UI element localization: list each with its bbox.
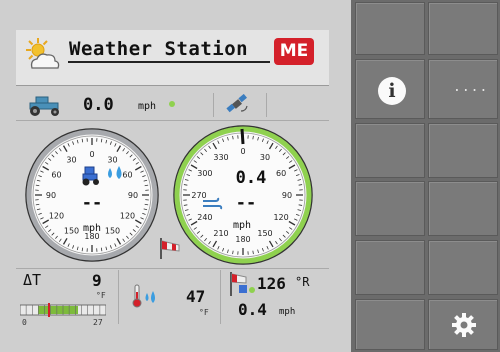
- softkey-2[interactable]: [428, 2, 498, 55]
- brand-logo: ME: [274, 38, 314, 65]
- title-underline: [68, 61, 270, 63]
- softkey-11[interactable]: [355, 299, 425, 350]
- wind-speed-unit: mph: [279, 307, 296, 317]
- wind-direction-gauge-value: 0.4: [235, 168, 267, 188]
- wind-direction-value: 126: [257, 274, 286, 293]
- softkey-7[interactable]: [355, 181, 425, 236]
- wind-direction-unit: °R: [295, 275, 310, 289]
- wind-direction-gauge-value2: --: [235, 193, 257, 213]
- gauge-tick-label: 120: [273, 213, 288, 222]
- divider: [16, 120, 329, 121]
- more-icon: ....: [453, 80, 489, 95]
- gauge-tick-label: 120: [120, 212, 135, 221]
- gauge-tick-label: 90: [128, 191, 138, 200]
- softkey-8[interactable]: [428, 181, 498, 236]
- delta-t-bar-max: 27: [93, 318, 103, 327]
- partly-cloudy-icon: [26, 38, 60, 69]
- delta-t-bar-min: 0: [22, 318, 27, 327]
- delta-t-label: ΔT: [23, 271, 42, 289]
- settings-button[interactable]: [428, 299, 498, 350]
- gauge-tick-label: 90: [46, 191, 56, 200]
- divider: [266, 93, 267, 117]
- delta-t-bar: [20, 303, 106, 317]
- page-title: Weather Station: [69, 38, 249, 60]
- gauge-tick-label: 90: [282, 191, 292, 200]
- gauge-tick-label: 60: [51, 171, 61, 180]
- gauge-tick-label: 180: [235, 235, 250, 244]
- vehicle-speed-value: 0.0: [83, 95, 114, 115]
- info-icon: i: [378, 77, 406, 105]
- windsock-icon: [160, 238, 180, 259]
- delta-t-unit: °F: [96, 291, 106, 300]
- gauge-tick-label: 120: [49, 212, 64, 221]
- softkey-1[interactable]: [355, 2, 425, 55]
- divider: [213, 93, 214, 117]
- softkey-10[interactable]: [428, 240, 498, 295]
- gear-icon: [452, 313, 476, 337]
- temperature-value: 47: [186, 287, 206, 306]
- softkey-9[interactable]: [355, 240, 425, 295]
- tractor-icon: [82, 166, 99, 186]
- water-drops-icon: [108, 166, 122, 179]
- vehicle-speed-row: 0.0 mph: [16, 91, 329, 119]
- vehicle-speed-unit: mph: [138, 101, 157, 112]
- wind-speed-value: 0.4: [238, 300, 267, 319]
- humidity-drops-icon: [145, 291, 155, 303]
- gauge-needle: [240, 128, 245, 145]
- softkey-6[interactable]: [428, 123, 498, 178]
- app-header: Weather Station ME: [16, 30, 329, 86]
- speed-status-dot: [169, 101, 175, 107]
- softkey-panel: i ....: [351, 0, 500, 352]
- delta-t-bar-fill: [38, 306, 78, 314]
- gauge-tick-label: 30: [260, 153, 270, 162]
- gauge-tick-label: 60: [276, 169, 286, 178]
- tractor-icon: [29, 96, 59, 116]
- gauge-tick-label: 0: [240, 147, 245, 156]
- wind-direction-icon: [230, 272, 255, 296]
- bottom-readouts: ΔT 9 °F 0 27 47 °F 126 °R 0.4 mph: [0, 268, 351, 352]
- divider: [220, 270, 221, 324]
- gauge-tick-label: 330: [213, 153, 228, 162]
- temperature-unit: °F: [199, 308, 209, 317]
- more-button[interactable]: ....: [428, 59, 498, 119]
- main-panel: Weather Station ME 0.0 mph 0 30 60 90 12…: [0, 0, 351, 352]
- wind-direction-gauge-unit: mph: [232, 220, 252, 231]
- info-button[interactable]: i: [355, 59, 425, 119]
- gauge-tick-label: 300: [197, 169, 212, 178]
- wind-icon: [203, 197, 223, 210]
- gauge-tick-label: 30: [66, 155, 76, 164]
- thermometer-icon: [132, 284, 142, 308]
- softkey-5[interactable]: [355, 123, 425, 178]
- wind-speed-gauge-unit: mph: [82, 223, 102, 234]
- gauge-tick-label: 0: [89, 150, 94, 159]
- delta-t-value: 9: [92, 271, 102, 290]
- gauge-tick-label: 240: [197, 213, 212, 222]
- divider: [118, 270, 119, 324]
- satellite-icon: [226, 94, 248, 113]
- wind-speed-gauge-value: --: [81, 193, 103, 213]
